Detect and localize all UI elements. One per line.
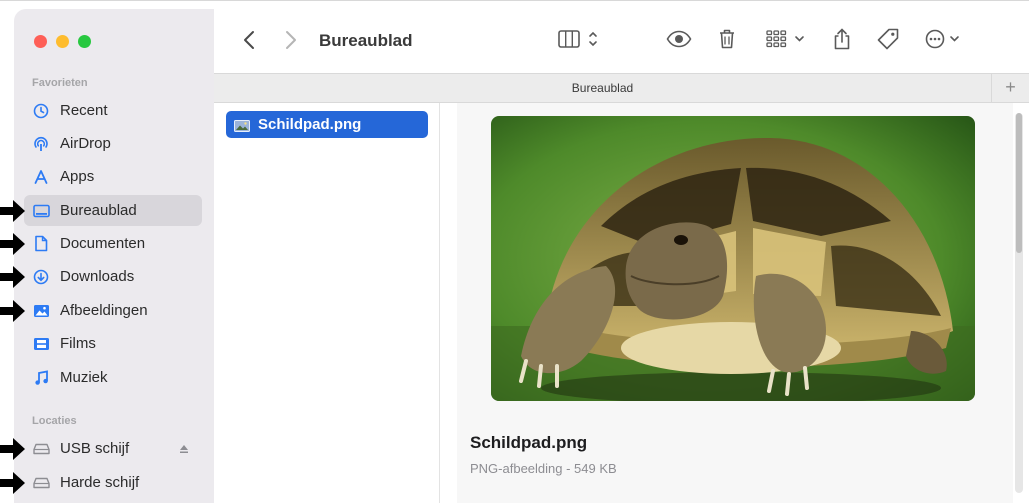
- pointer-arrow-icon: [0, 472, 25, 494]
- sidebar-item-apps[interactable]: Apps: [24, 161, 202, 192]
- sidebar-item-documenten[interactable]: Documenten: [24, 228, 202, 259]
- music-icon: [32, 369, 50, 387]
- group-button[interactable]: [765, 27, 809, 51]
- document-icon: [32, 235, 50, 253]
- sidebar-item-label: Downloads: [60, 268, 135, 285]
- back-button[interactable]: [240, 29, 260, 51]
- trash-icon: [720, 29, 734, 49]
- film-icon: [32, 335, 50, 353]
- sidebar-item-muziek[interactable]: Muziek: [24, 362, 202, 393]
- plus-icon: +: [1005, 77, 1016, 97]
- download-icon: [32, 268, 50, 286]
- share-button[interactable]: [832, 27, 852, 51]
- apps-icon: [32, 168, 50, 186]
- more-actions-button[interactable]: [924, 27, 968, 51]
- sidebar-item-label: Afbeeldingen: [60, 302, 148, 319]
- airdrop-icon: [32, 135, 50, 153]
- tab-bar: Bureaublad +: [214, 73, 1029, 103]
- sidebar-item-label: Recent: [60, 102, 108, 119]
- window-controls: [34, 35, 91, 48]
- scroll-thumb[interactable]: [1016, 113, 1022, 253]
- sidebar-item-harde-schijf[interactable]: Harde schijf: [24, 467, 202, 498]
- tag-icon: [877, 28, 899, 50]
- image-icon: [32, 302, 50, 320]
- ellipsis-circle-icon: [925, 29, 959, 49]
- sidebar-item-label: Films: [60, 335, 96, 352]
- grid-icon: [766, 30, 804, 48]
- sidebar-item-recent[interactable]: Recent: [24, 95, 202, 126]
- eject-icon[interactable]: [178, 442, 190, 454]
- sidebar-item-airdrop[interactable]: AirDrop: [24, 128, 202, 159]
- file-name-label: Schildpad.png: [258, 116, 362, 133]
- preview-file-meta: PNG-afbeelding - 549 KB: [470, 461, 617, 476]
- preview-file-name: Schildpad.png: [470, 433, 588, 452]
- close-button[interactable]: [34, 35, 47, 48]
- drive-icon: [32, 474, 50, 492]
- tag-button[interactable]: [876, 27, 900, 51]
- pointer-arrow-icon: [0, 438, 25, 460]
- clock-icon: [32, 102, 50, 120]
- sidebar-item-label: Bureaublad: [60, 202, 137, 219]
- window-title: Bureaublad: [319, 31, 413, 50]
- pointer-arrow-icon: [0, 300, 25, 322]
- sidebar-item-label: Apps: [60, 168, 95, 185]
- pointer-arrow-icon: [0, 200, 25, 222]
- view-mode-button[interactable]: [557, 27, 601, 51]
- pointer-arrow-icon: [0, 233, 25, 255]
- sidebar-item-label: USB schijf: [60, 440, 130, 457]
- sidebar-item-afbeeldingen[interactable]: Afbeeldingen: [24, 295, 202, 326]
- sidebar: Favorieten Recent AirDrop Apps Bureaubla…: [14, 9, 214, 503]
- file-row-schildpad[interactable]: Schildpad.png: [226, 111, 428, 138]
- locations-section-label: Locaties: [32, 415, 77, 427]
- finder-window: Favorieten Recent AirDrop Apps Bureaubla…: [0, 0, 1029, 503]
- forward-button[interactable]: [280, 29, 300, 51]
- columns-view-icon: [558, 30, 597, 48]
- eye-icon: [666, 30, 692, 48]
- desktop-icon: [32, 202, 50, 220]
- quick-look-button[interactable]: [666, 27, 692, 51]
- sidebar-item-label: Documenten: [60, 235, 146, 252]
- preview-scrollbar[interactable]: [1015, 113, 1023, 493]
- new-tab-button[interactable]: +: [991, 74, 1029, 102]
- preview-image: [491, 116, 975, 401]
- drive-icon: [32, 440, 50, 458]
- delete-button[interactable]: [717, 27, 737, 51]
- pointer-arrow-icon: [0, 266, 25, 288]
- sidebar-item-bureaublad[interactable]: Bureaublad: [24, 195, 202, 226]
- image-file-icon: [234, 119, 250, 132]
- sidebar-item-label: Harde schijf: [60, 474, 140, 491]
- sidebar-item-downloads[interactable]: Downloads: [24, 261, 202, 292]
- share-icon: [834, 28, 850, 50]
- minimize-button[interactable]: [56, 35, 69, 48]
- tab-bureaublad[interactable]: Bureaublad: [214, 81, 991, 95]
- sidebar-item-usb-schijf[interactable]: USB schijf: [24, 433, 202, 464]
- sidebar-item-films[interactable]: Films: [24, 328, 202, 359]
- zoom-button[interactable]: [78, 35, 91, 48]
- toolbar: Bureaublad: [214, 9, 1029, 73]
- favorites-section-label: Favorieten: [32, 77, 88, 89]
- sidebar-item-label: AirDrop: [60, 135, 111, 152]
- preview-pane: Schildpad.png PNG-afbeelding - 549 KB: [441, 103, 1029, 503]
- sidebar-item-label: Muziek: [60, 369, 108, 386]
- file-column: Schildpad.png: [214, 103, 440, 503]
